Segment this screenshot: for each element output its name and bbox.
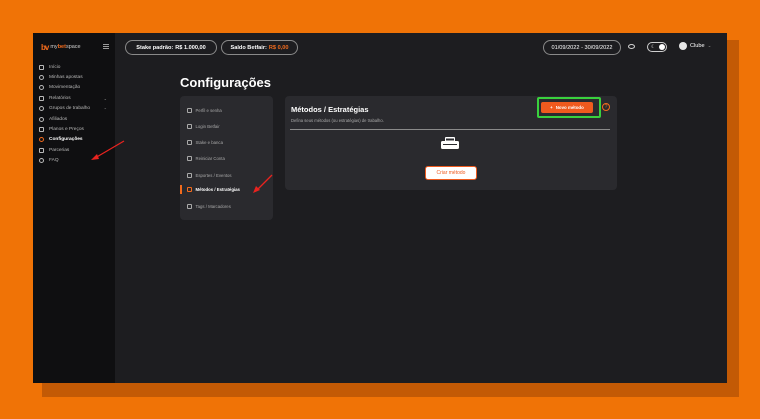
card-subtitle: Defina seus métodos (ou estratégias) de … bbox=[291, 118, 384, 123]
divider bbox=[290, 129, 610, 130]
avatar bbox=[679, 42, 687, 50]
bank-icon bbox=[187, 140, 192, 145]
groups-icon bbox=[39, 106, 44, 112]
new-method-button[interactable]: + Novo método bbox=[541, 102, 593, 113]
balance-pill[interactable]: Saldo Betfair: R$ 0,00 bbox=[221, 40, 298, 55]
sidebar-nav: Início Minhas apostas Movimentação Relat… bbox=[39, 62, 113, 166]
sidebar-item-movimentacao[interactable]: Movimentação bbox=[39, 83, 113, 93]
chevron-down-icon: ⌄ bbox=[707, 43, 712, 48]
sidebar-item-grupos[interactable]: Grupos de trabalho ⌃ bbox=[39, 104, 113, 114]
menu-toggle-icon[interactable] bbox=[103, 44, 109, 49]
logo[interactable]: bv mybetspace bbox=[41, 42, 81, 52]
sidebar-item-parcerias[interactable]: Parcerias bbox=[39, 145, 113, 155]
sidebar-item-faq[interactable]: FAQ bbox=[39, 156, 113, 166]
help-icon bbox=[39, 158, 44, 164]
reset-icon bbox=[187, 156, 192, 161]
reports-icon bbox=[39, 95, 44, 101]
settings-nav: Perfil e senha Login Betfair Stake e ban… bbox=[180, 96, 273, 220]
sidebar-item-afiliados[interactable]: Afiliados bbox=[39, 114, 113, 124]
page-title: Configurações bbox=[180, 75, 272, 90]
settings-item-esportes[interactable]: Esportes / Eventos bbox=[187, 173, 232, 178]
logo-text: mybetspace bbox=[50, 44, 81, 50]
date-range-picker[interactable]: 01/09/2022 - 30/09/2022 bbox=[543, 40, 621, 55]
plans-icon bbox=[39, 127, 44, 133]
create-method-button[interactable]: Criar método bbox=[425, 166, 477, 180]
stake-pill[interactable]: Stake padrão: R$ 1.000,00 bbox=[125, 40, 217, 55]
share-icon bbox=[39, 116, 44, 122]
partners-icon bbox=[39, 147, 44, 153]
settings-item-reiniciar[interactable]: Reiniciar Conta bbox=[187, 156, 225, 161]
settings-item-tags[interactable]: Tags / Marcadores bbox=[187, 204, 231, 209]
settings-item-stake[interactable]: Stake e banca bbox=[187, 140, 223, 145]
methods-card: Métodos / Estratégias Defina seus método… bbox=[285, 96, 617, 190]
theme-toggle[interactable]: ☾ bbox=[647, 42, 667, 52]
empty-box-icon bbox=[441, 137, 459, 149]
login-icon bbox=[187, 124, 192, 129]
tag-icon bbox=[187, 204, 192, 209]
transactions-icon bbox=[39, 85, 44, 91]
settings-item-metodos[interactable]: Métodos / Estratégias bbox=[187, 187, 240, 192]
home-icon bbox=[39, 64, 44, 70]
chevron-up-icon: ⌃ bbox=[103, 106, 107, 112]
chevron-down-icon: ⌄ bbox=[103, 96, 107, 102]
app-window: bv mybetspace Início Minhas apostas Movi… bbox=[33, 33, 727, 383]
moon-icon: ☾ bbox=[651, 43, 656, 50]
user-icon bbox=[187, 108, 192, 113]
settings-item-login-betfair[interactable]: Login Betfair bbox=[187, 124, 220, 129]
bets-icon bbox=[39, 75, 44, 81]
settings-icon bbox=[39, 137, 44, 143]
sidebar-item-planos[interactable]: Planos e Preços bbox=[39, 124, 113, 134]
sidebar-item-minhas-apostas[interactable]: Minhas apostas bbox=[39, 72, 113, 82]
user-menu[interactable]: Clube ⌄ bbox=[679, 42, 711, 50]
card-title: Métodos / Estratégias bbox=[291, 105, 369, 114]
toggle-knob bbox=[659, 44, 665, 50]
logo-mark: bv bbox=[41, 42, 49, 52]
settings-item-perfil[interactable]: Perfil e senha bbox=[187, 108, 222, 113]
sidebar-item-configuracoes[interactable]: Configurações bbox=[39, 135, 113, 145]
sidebar: bv mybetspace Início Minhas apostas Movi… bbox=[33, 33, 115, 383]
sidebar-item-relatorios[interactable]: Relatórios ⌄ bbox=[39, 93, 113, 103]
active-indicator bbox=[180, 185, 182, 194]
trophy-icon bbox=[187, 173, 192, 178]
sidebar-item-inicio[interactable]: Início bbox=[39, 62, 113, 72]
help-icon[interactable]: ? bbox=[602, 103, 610, 111]
plus-icon: + bbox=[550, 105, 553, 110]
strategy-icon bbox=[187, 187, 192, 192]
eye-icon[interactable] bbox=[628, 44, 635, 49]
